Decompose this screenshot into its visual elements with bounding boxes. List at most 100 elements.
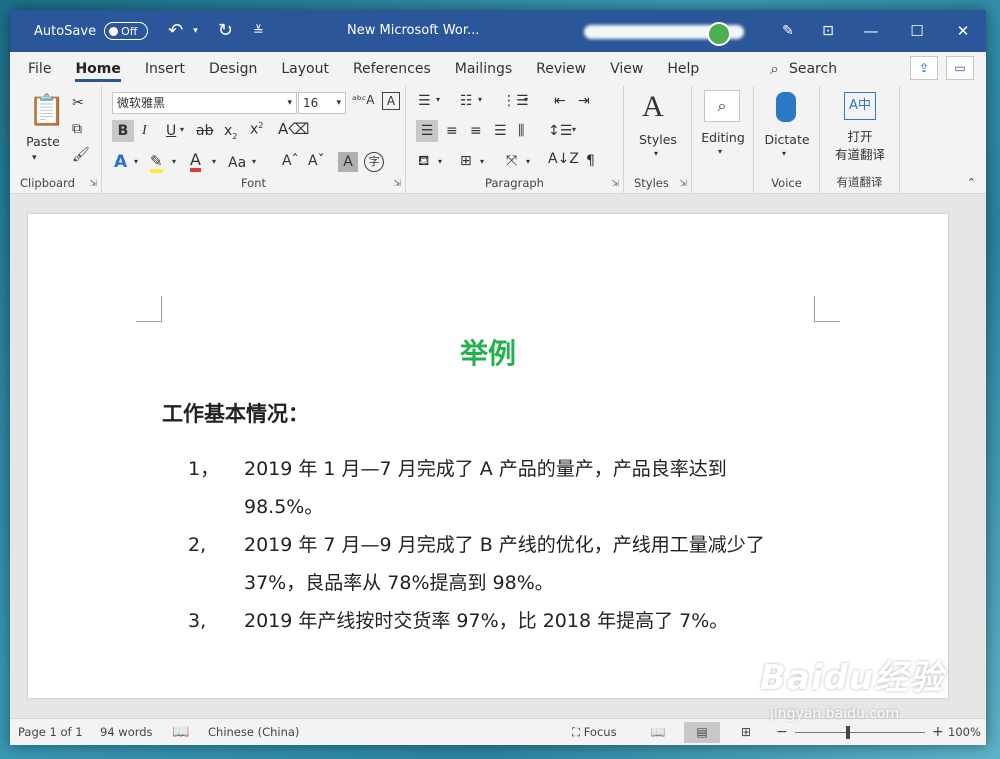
styles-icon[interactable]: A bbox=[642, 92, 664, 122]
font-color-icon[interactable]: A bbox=[190, 152, 201, 172]
tab-insert[interactable]: Insert bbox=[133, 52, 197, 86]
copy-icon[interactable]: ⧉ bbox=[72, 122, 82, 136]
bold-button[interactable]: B bbox=[112, 120, 134, 142]
increase-indent-icon[interactable]: ⇥ bbox=[578, 94, 590, 108]
print-layout-icon[interactable]: ▤ bbox=[684, 722, 720, 743]
search-box[interactable]: ⌕ Search bbox=[770, 52, 837, 86]
highlight-dropdown-icon[interactable]: ▾ bbox=[172, 158, 176, 166]
document-area[interactable]: 举例 工作基本情况： 1， 2019 年 1 月—7 月完成了 A 产品的量产，… bbox=[10, 194, 986, 718]
bullets-dropdown-icon[interactable]: ▾ bbox=[436, 96, 440, 104]
styles-dropdown-icon[interactable]: ▾ bbox=[654, 150, 658, 158]
clear-formatting-abc-icon[interactable]: ᵃᵇᶜA bbox=[352, 94, 375, 106]
numbering-dropdown-icon[interactable]: ▾ bbox=[478, 96, 482, 104]
italic-button[interactable]: I bbox=[142, 124, 147, 138]
minimize-icon[interactable]: — bbox=[848, 22, 894, 40]
close-icon[interactable]: ✕ bbox=[940, 22, 986, 40]
multilevel-dropdown-icon[interactable]: ▾ bbox=[524, 96, 528, 104]
avatar[interactable] bbox=[707, 22, 731, 46]
zoom-slider[interactable] bbox=[795, 732, 925, 733]
share-icon[interactable]: ⇪ bbox=[910, 56, 938, 80]
grow-font-icon[interactable]: Aˆ bbox=[282, 154, 299, 168]
autosave-toggle[interactable]: Off bbox=[104, 22, 149, 40]
microphone-icon[interactable] bbox=[776, 92, 796, 122]
underline-button[interactable]: U bbox=[166, 124, 176, 138]
zoom-out-icon[interactable]: − bbox=[776, 719, 788, 745]
align-right-icon[interactable]: ≡ bbox=[470, 124, 482, 138]
tab-layout[interactable]: Layout bbox=[269, 52, 341, 86]
redo-icon[interactable]: ↻ bbox=[218, 22, 233, 40]
character-shading-icon[interactable]: A bbox=[338, 152, 358, 172]
borders-dropdown-icon[interactable]: ▾ bbox=[480, 158, 484, 166]
dictate-dropdown-icon[interactable]: ▾ bbox=[782, 150, 786, 158]
dictate-label[interactable]: Dictate bbox=[754, 132, 820, 147]
page-count[interactable]: Page 1 of 1 bbox=[18, 719, 83, 745]
numbering-icon[interactable]: ☷ bbox=[460, 94, 473, 108]
editing-search-icon[interactable]: ⌕ bbox=[704, 90, 740, 122]
shrink-font-icon[interactable]: Aˇ bbox=[308, 154, 325, 168]
distributed-icon[interactable]: ⫼ bbox=[518, 124, 524, 138]
tab-review[interactable]: Review bbox=[524, 52, 598, 86]
line-spacing-dropdown-icon[interactable]: ▾ bbox=[572, 126, 576, 134]
clear-formatting-icon[interactable]: A⌫ bbox=[278, 122, 309, 137]
styles-launcher-icon[interactable]: ⇲ bbox=[679, 179, 687, 189]
align-center-icon[interactable]: ≡ bbox=[446, 124, 458, 138]
decrease-indent-icon[interactable]: ⇤ bbox=[554, 94, 566, 108]
format-painter-icon[interactable]: 🖌 bbox=[72, 148, 90, 162]
superscript-button[interactable]: x2 bbox=[250, 122, 263, 137]
editing-dropdown-icon[interactable]: ▾ bbox=[718, 148, 722, 156]
shading-dropdown-icon[interactable]: ▾ bbox=[438, 158, 442, 166]
font-name-combo[interactable]: 微软雅黑 ▾ bbox=[112, 92, 297, 114]
document-page[interactable]: 举例 工作基本情况： 1， 2019 年 1 月—7 月完成了 A 产品的量产，… bbox=[28, 214, 948, 698]
paragraph-launcher-icon[interactable]: ⇲ bbox=[611, 179, 619, 189]
font-color-dropdown-icon[interactable]: ▾ bbox=[212, 158, 216, 166]
text-effects-dropdown-icon[interactable]: ▾ bbox=[134, 158, 138, 166]
show-formatting-icon[interactable]: ¶ bbox=[586, 154, 595, 168]
tab-help[interactable]: Help bbox=[655, 52, 711, 86]
bullets-icon[interactable]: ☰ bbox=[418, 94, 431, 108]
asian-layout-icon[interactable]: ⤧ bbox=[506, 154, 517, 168]
tab-mailings[interactable]: Mailings bbox=[443, 52, 524, 86]
translate-label-line1[interactable]: 打开 bbox=[820, 126, 900, 145]
editing-label[interactable]: Editing bbox=[692, 130, 754, 145]
borders-icon[interactable]: ⊞ bbox=[460, 154, 472, 168]
zoom-level[interactable]: 100% bbox=[934, 719, 981, 745]
translate-icon[interactable]: A中 bbox=[844, 92, 876, 120]
shading-icon[interactable]: ⛾ bbox=[418, 154, 429, 168]
justify-icon[interactable]: ☰ bbox=[494, 124, 507, 138]
focus-button[interactable]: ⛶ Focus bbox=[572, 719, 617, 745]
read-mode-icon[interactable]: 📖 bbox=[640, 722, 676, 743]
tab-file[interactable]: File bbox=[10, 52, 63, 86]
undo-dropdown-icon[interactable]: ▾ bbox=[193, 26, 198, 36]
clipboard-launcher-icon[interactable]: ⇲ bbox=[89, 179, 97, 189]
proofing-icon[interactable]: 📖 bbox=[172, 719, 189, 745]
paste-dropdown-icon[interactable]: ▾ bbox=[32, 154, 37, 163]
paste-label[interactable]: Paste bbox=[20, 134, 66, 149]
font-launcher-icon[interactable]: ⇲ bbox=[393, 179, 401, 189]
enclose-characters-icon[interactable]: 字 bbox=[364, 152, 384, 172]
cut-icon[interactable]: ✂ bbox=[72, 96, 84, 110]
customize-qat-icon[interactable]: ≚ bbox=[253, 25, 264, 38]
align-left-icon[interactable]: ☰ bbox=[416, 120, 438, 142]
language[interactable]: Chinese (China) bbox=[208, 719, 299, 745]
ribbon-display-icon[interactable]: ⊡ bbox=[808, 23, 848, 39]
change-case-dropdown-icon[interactable]: ▾ bbox=[252, 158, 256, 166]
subscript-button[interactable]: x2 bbox=[224, 124, 237, 141]
text-effects-icon[interactable]: A bbox=[114, 154, 127, 171]
tab-design[interactable]: Design bbox=[197, 52, 269, 86]
comments-icon[interactable]: ▭ bbox=[946, 56, 974, 80]
styles-label[interactable]: Styles bbox=[624, 132, 692, 147]
tab-view[interactable]: View bbox=[598, 52, 655, 86]
highlight-icon[interactable]: ✎ bbox=[150, 154, 163, 173]
translate-label-line2[interactable]: 有道翻译 bbox=[820, 144, 900, 163]
word-count[interactable]: 94 words bbox=[100, 719, 153, 745]
sort-icon[interactable]: A↓Z bbox=[548, 152, 579, 166]
pen-icon[interactable]: ✎ bbox=[768, 23, 808, 39]
underline-dropdown-icon[interactable]: ▾ bbox=[180, 126, 184, 134]
zoom-slider-thumb[interactable] bbox=[846, 726, 850, 739]
asian-layout-dropdown-icon[interactable]: ▾ bbox=[526, 158, 530, 166]
strikethrough-button[interactable]: ab bbox=[196, 124, 213, 138]
tab-home[interactable]: Home bbox=[63, 52, 132, 86]
tab-references[interactable]: References bbox=[341, 52, 443, 86]
web-layout-icon[interactable]: ⊞ bbox=[728, 722, 764, 743]
font-size-combo[interactable]: 16 ▾ bbox=[298, 92, 346, 114]
